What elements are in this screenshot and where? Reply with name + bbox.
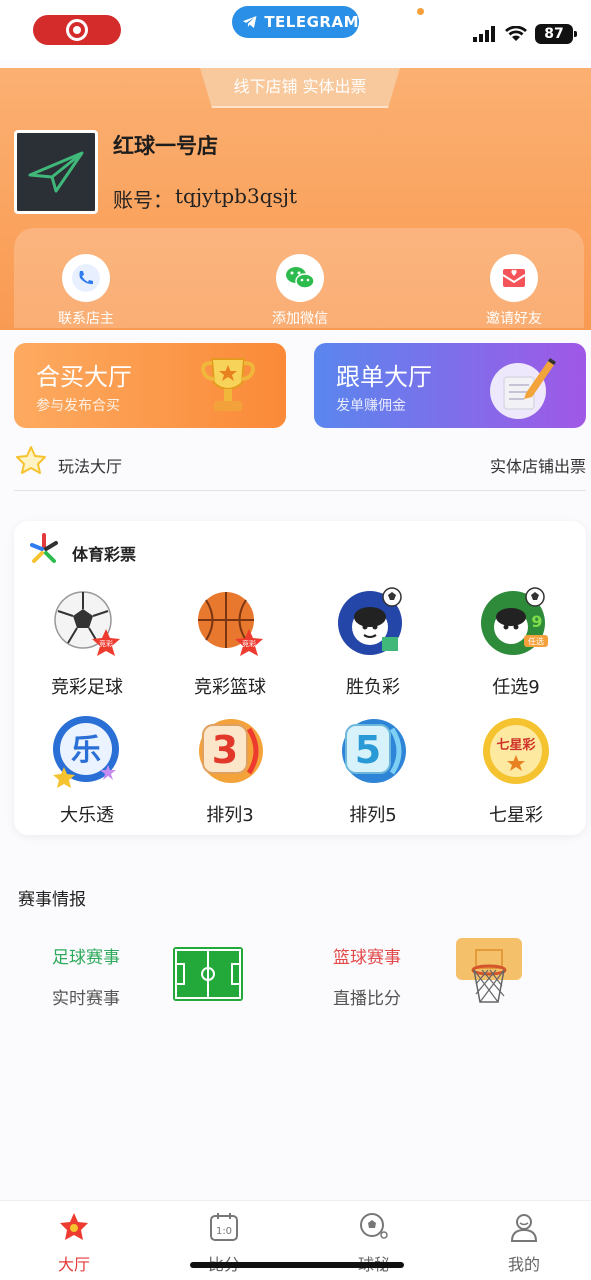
qixingcai-icon: 七星彩 [483,718,549,784]
group-buy-hall-card[interactable]: 合买大厅 参与发布合买 [14,343,286,428]
follow-order-hall-title: 跟单大厅 [336,363,432,391]
store-ticket-label: 实体店铺出票 [489,457,586,476]
basketball-icon: 竞彩 [198,592,263,656]
play-hall-label: 玩法大厅 [58,457,123,476]
battery-icon: 87 [535,24,577,44]
game-shengfucai[interactable]: 胜负彩 [313,587,433,699]
sports-lottery-title: 体育彩票 [72,545,137,564]
add-wechat-button[interactable]: 添加微信 [240,254,360,328]
status-bar: TELEGRAM 87 [0,0,591,60]
record-icon [66,19,88,41]
privacy-dot [417,8,424,15]
game-qixingcai[interactable]: 七星彩 七星彩 [456,715,576,827]
bottom-tab-bar: 大厅 1:0 比分 球秘 我的 [0,1200,591,1280]
wifi-icon [505,26,527,41]
qixingcai-text: 七星彩 [496,737,535,753]
play-hall-row[interactable]: 玩法大厅 实体店铺出票 [14,445,586,491]
pailie3-number-text: 3 [212,728,238,772]
follow-order-hall-subtitle: 发单赚佣金 [336,398,406,414]
pick9-icon: 9 任选 [481,587,548,655]
signal-icon [473,26,495,42]
phone-icon [72,264,100,292]
tab-mine[interactable]: 我的 [474,1211,574,1275]
telegram-pill[interactable]: TELEGRAM [232,6,359,38]
account-value: tqjytpb3qsjt [175,184,298,208]
match-info-title: 赛事情报 [18,890,86,910]
game-jingcai-football[interactable]: 竞彩 竞彩足球 [27,587,147,699]
game-label: 排列5 [349,805,397,826]
pailie3-icon: 3 [199,719,263,783]
hall-star-icon [60,1213,88,1240]
account-info: 账号： tqjytpb3qsjt [113,184,297,213]
document-pen-icon [490,358,556,419]
game-label: 竞彩足球 [51,677,123,698]
account-label: 账号： [113,188,173,212]
tab-mine-label: 我的 [507,1255,540,1274]
scoreboard-text: 1:0 [216,1226,232,1237]
soccer-player-icon [360,1213,388,1239]
system-icons: 87 [473,24,577,44]
win-lose-icon [338,587,402,655]
football-match-subtitle: 实时赛事 [52,989,120,1009]
football-badge-text: 竞彩 [99,639,113,648]
basketball-match-title: 篮球赛事 [333,948,401,968]
pick9-badge-text: 任选 [528,636,544,646]
telegram-label: TELEGRAM [264,13,359,31]
daletou-char-text: 乐 [71,733,101,768]
store-logo [14,130,98,214]
daletou-icon: 乐 [53,716,119,788]
game-label: 胜负彩 [346,677,400,698]
tab-hall-label: 大厅 [57,1255,90,1274]
game-jingcai-basketball[interactable]: 竞彩 竞彩篮球 [170,587,290,699]
pailie5-number-text: 5 [355,728,381,772]
follow-order-hall-card[interactable]: 跟单大厅 发单赚佣金 [314,343,586,428]
soccer-ball-icon: 竞彩 [54,591,120,656]
game-label: 七星彩 [489,805,543,826]
basketball-hoop-icon [456,938,522,1003]
group-buy-hall-subtitle: 参与发布合买 [36,398,120,414]
game-label: 竞彩篮球 [194,677,266,698]
soccer-field-icon [173,947,243,1001]
pick9-number-text: 9 [531,612,542,631]
trophy-icon [201,358,255,411]
screen-record-indicator[interactable] [33,15,121,45]
telegram-icon [242,16,257,28]
invite-icon [502,269,526,287]
store-name: 红球一号店 [113,134,218,158]
user-icon [510,1214,538,1242]
store-banner: 线下店铺 实体出票 [200,68,400,108]
game-pailie5[interactable]: 5 排列5 [313,715,433,827]
group-buy-hall-title: 合买大厅 [36,363,132,391]
game-label: 大乐透 [60,805,114,826]
football-match-title: 足球赛事 [52,948,120,968]
game-label: 任选9 [492,677,540,698]
wechat-icon [286,267,315,289]
store-header: 线下店铺 实体出票 红球一号店 账号： tqjytpb3qsjt 联系店主 添加… [0,68,591,330]
paper-plane-icon [28,151,84,193]
game-pailie3[interactable]: 3 排列3 [170,715,290,827]
invite-friends-button[interactable]: 邀请好友 [454,254,574,328]
contact-owner-button[interactable]: 联系店主 [26,254,146,328]
sports-lottery-logo-icon [30,533,58,563]
sports-lottery-panel: 体育彩票 竞彩 竞彩足球 竞彩 竞彩篮球 胜负彩 9 任选 任选9 乐 大乐透 … [14,521,586,835]
tab-hall[interactable]: 大厅 [24,1211,124,1275]
basketball-badge-text: 竞彩 [242,639,256,648]
game-renxuan9[interactable]: 9 任选 任选9 [456,587,576,699]
scoreboard-icon: 1:0 [210,1213,238,1241]
pailie5-icon: 5 [342,719,406,783]
basketball-match-subtitle: 直播比分 [333,989,401,1009]
star-icon [16,446,46,474]
game-daletou[interactable]: 乐 大乐透 [27,715,147,827]
home-indicator[interactable] [190,1262,404,1268]
game-label: 排列3 [206,805,254,826]
